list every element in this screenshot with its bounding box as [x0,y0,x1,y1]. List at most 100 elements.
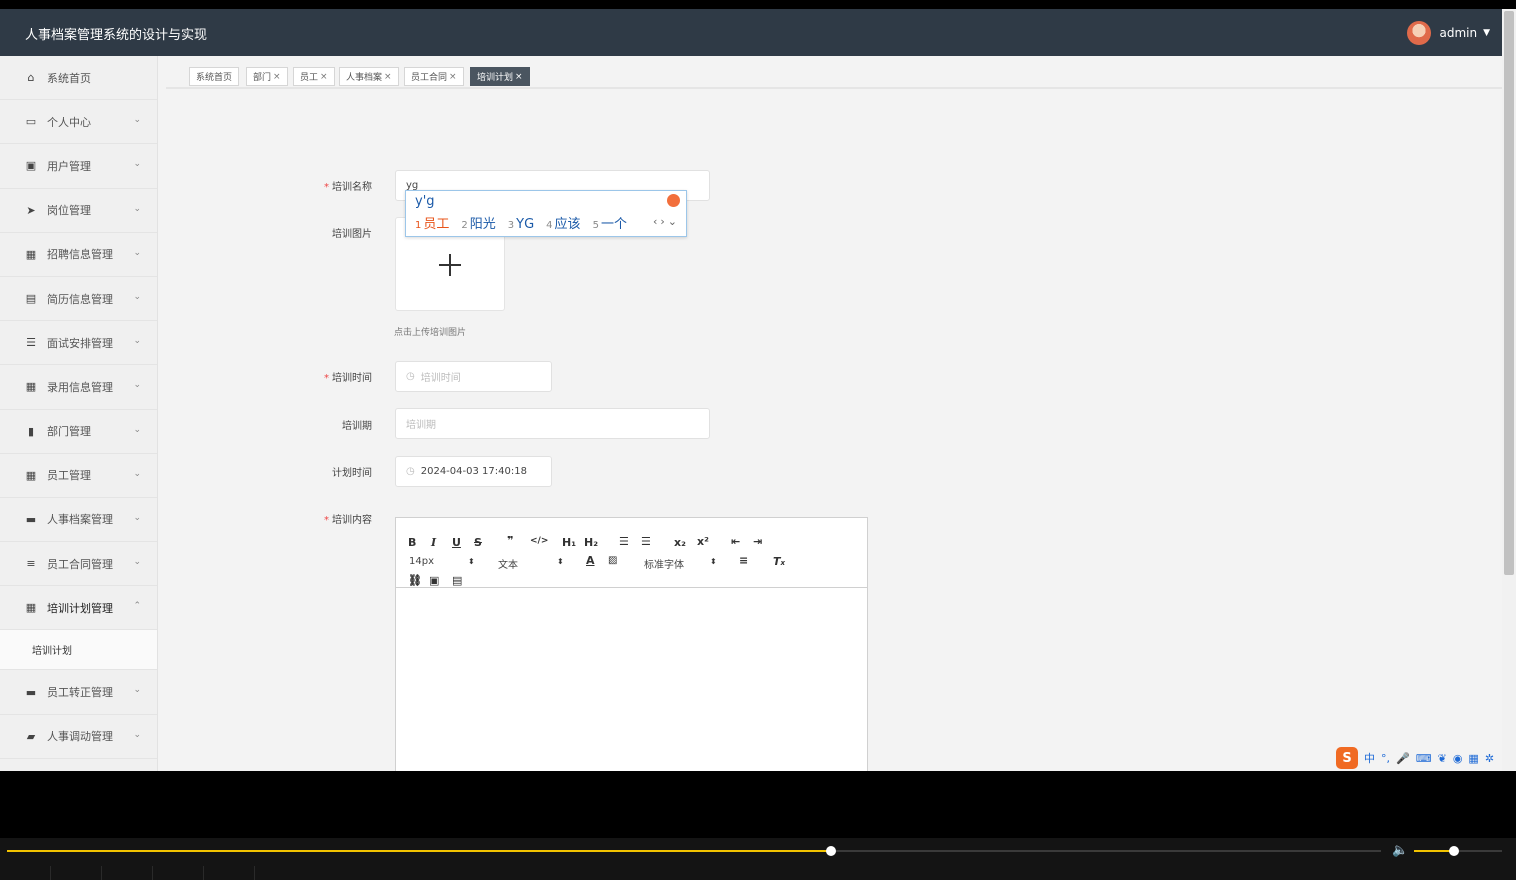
sidebar-item-profile[interactable]: ▭ 个人中心 ⌄ [0,100,157,145]
sidebar-item-transfers[interactable]: ▰ 人事调动管理 ⌄ [0,715,157,759]
sidebar-item-training[interactable]: ▦ 培训计划管理 ⌃ [0,586,157,631]
tab-employee[interactable]: 员工 × [293,67,335,86]
clear-format-icon[interactable]: Tx [773,555,785,568]
grid-icon: ▦ [25,601,37,615]
training-image-label: 培训图片 [332,229,372,240]
avatar[interactable] [1407,21,1432,45]
tab-department[interactable]: 部门 × [246,67,288,86]
settings-icon[interactable]: ✲ [1485,752,1494,765]
sidebar-item-label: 人事调动管理 [47,730,113,744]
background-color-icon[interactable]: ▨ [608,555,617,566]
placeholder-text: 培训时间 [420,373,461,384]
close-icon[interactable]: × [273,72,281,82]
chevron-down-icon: ⌄ [133,512,141,523]
close-icon[interactable]: × [449,72,457,82]
candidate-text: 一个 [600,217,627,232]
outdent-icon[interactable]: ⇤ [731,535,740,548]
user-menu[interactable]: admin ▼ [1407,21,1490,45]
rich-text-editor[interactable]: B I U S ❞ </> H₁ H₂ ☰ ☰ x₂ x² ⇤ ⇥ 14px ⬍… [395,517,868,771]
sidebar-item-recruitment[interactable]: ▦ 招聘信息管理 ⌄ [0,233,157,277]
page-scrollbar[interactable] [1502,9,1516,771]
ime-page-nav[interactable]: ‹›⌄ [653,215,680,228]
font-size-select[interactable]: 14px [409,556,434,567]
training-time-picker[interactable]: ◷ 培训时间 [395,361,552,392]
subscript-icon[interactable]: x₂ [674,536,686,549]
blockquote-icon[interactable]: ❞ [507,534,513,547]
skin-icon[interactable]: ❦ [1438,752,1447,765]
candidate-number: 4 [546,220,553,231]
ime-skin-icon[interactable] [667,194,680,207]
sidebar-item-hiring[interactable]: ▦ 录用信息管理 ⌄ [0,365,157,410]
strikethrough-icon[interactable]: S [474,536,482,549]
indent-icon[interactable]: ⇥ [753,535,762,548]
chevron-down-icon: ⌄ [133,291,141,302]
block-type-select[interactable]: 文本 [498,556,518,571]
sidebar-item-resumes[interactable]: ▤ 简历信息管理 ⌄ [0,277,157,322]
caret-down-icon[interactable]: ▼ [1483,28,1490,38]
link-icon[interactable]: ⛓ [408,574,422,587]
candidate-number: 2 [461,220,468,231]
code-icon[interactable]: </> [530,536,548,546]
ime-mode-label[interactable]: 中 [1364,750,1375,766]
chevron-down-icon: ⌄ [133,115,141,126]
plan-time-picker[interactable]: ◷ 2024-04-03 17:40:18 [395,456,552,487]
video-icon[interactable]: ▤ [452,574,462,587]
ordered-list-icon[interactable]: ☰ [619,535,629,548]
sidebar-item-departments[interactable]: ▮ 部门管理 ⌄ [0,410,157,454]
home-icon: ⌂ [27,71,35,85]
submenu-item-training-plan[interactable]: 培训计划 [0,630,157,671]
sogou-logo-icon[interactable]: S [1336,747,1358,769]
scrollbar-thumb[interactable] [1504,11,1514,575]
sidebar-item-contracts[interactable]: ≡ 员工合同管理 ⌄ [0,542,157,587]
gamepad-icon[interactable]: ◉ [1453,752,1463,765]
ime-candidate[interactable]: 3 YG [508,217,534,232]
volume-icon[interactable]: 🔈 [1392,843,1408,858]
volume-level [1414,850,1454,852]
tab-home[interactable]: 系统首页 [189,67,240,86]
keyboard-icon[interactable]: ⌨ [1416,752,1432,765]
align-icon[interactable]: ≡ [739,554,748,567]
tab-contract[interactable]: 员工合同 × [404,67,464,86]
placeholder-text: 培训期 [406,420,436,431]
volume-knob[interactable] [1448,846,1459,856]
candidate-text: 阳光 [469,217,496,232]
sidebar-item-interviews[interactable]: ☰ 面试安排管理 ⌄ [0,321,157,366]
training-period-input[interactable]: 培训期 [395,408,710,439]
seek-bar[interactable] [7,850,1381,852]
font-family-select[interactable]: 标准字体 [644,556,684,571]
toolbox-icon[interactable]: ▦ [1468,752,1478,765]
italic-icon[interactable]: I [431,536,436,549]
sidebar-item-label: 面试安排管理 [47,336,113,350]
heading2-icon[interactable]: H₂ [584,536,598,549]
ime-candidate[interactable]: 2 阳光 [461,213,495,232]
top-bar: 人事档案管理系统的设计与实现 admin ▼ [0,9,1502,56]
underline-icon[interactable]: U [452,536,461,549]
sidebar-item-positions[interactable]: ➤ 岗位管理 ⌄ [0,189,157,233]
username[interactable]: admin [1439,26,1477,40]
ime-status-bar[interactable]: S 中 °, 🎤 ⌨ ❦ ◉ ▦ ✲ [1336,746,1494,770]
punctuation-icon[interactable]: °, [1381,752,1390,765]
bullet-list-icon[interactable]: ☰ [641,535,651,548]
sidebar-item-regularization[interactable]: ▬ 员工转正管理 ⌄ [0,670,157,715]
table-icon: ▦ [25,468,37,482]
close-icon[interactable]: × [515,72,523,82]
superscript-icon[interactable]: x² [697,535,709,548]
seek-progress [7,850,832,852]
sidebar-item-hr-files[interactable]: ▬ 人事档案管理 ⌄ [0,498,157,543]
microphone-icon[interactable]: 🎤 [1396,752,1410,765]
close-icon[interactable]: × [384,72,392,82]
sidebar-item-home[interactable]: ⌂ 系统首页 [0,56,157,101]
tab-training-plan[interactable]: 培训计划 × [470,67,530,86]
tab-hr-file[interactable]: 人事档案 × [339,67,399,86]
ime-candidate[interactable]: 4 应该 [546,213,580,232]
bold-icon[interactable]: B [408,536,416,549]
font-color-icon[interactable]: A [586,554,595,567]
close-icon[interactable]: × [320,72,328,82]
ime-candidate[interactable]: 5 一个 [593,213,627,232]
seek-knob[interactable] [826,846,837,856]
image-icon[interactable]: ▣ [429,574,439,587]
sidebar-item-users[interactable]: ▣ 用户管理 ⌄ [0,144,157,189]
ime-candidate[interactable]: 1 员工 [415,213,449,232]
heading1-icon[interactable]: H₁ [562,536,576,549]
sidebar-item-employees[interactable]: ▦ 员工管理 ⌄ [0,454,157,498]
